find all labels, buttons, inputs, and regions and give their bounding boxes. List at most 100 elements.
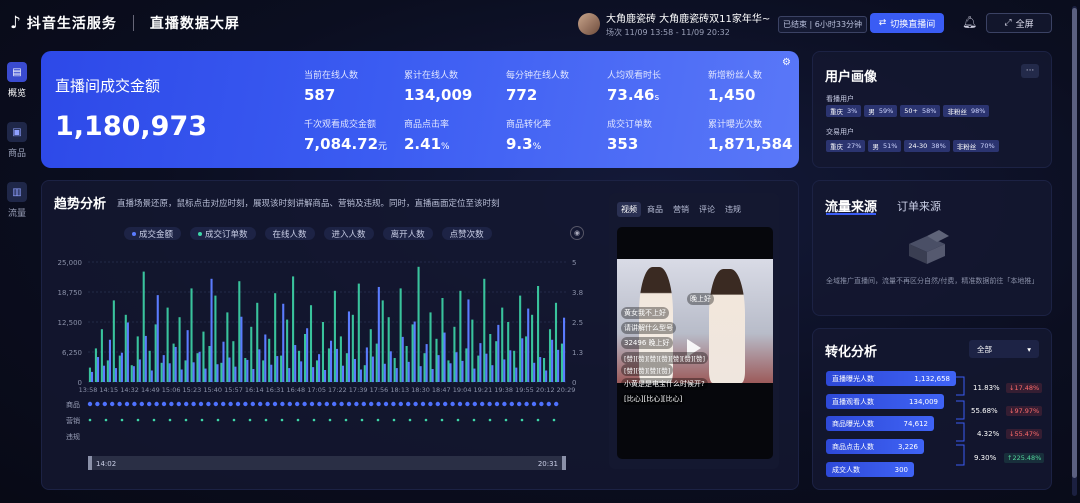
host-right-figure <box>709 269 745 383</box>
product-event-dot <box>87 401 93 407</box>
conversion-filter-select[interactable]: 全部 ▾ <box>969 340 1039 358</box>
gmv-bar <box>162 355 165 382</box>
gmv-bar <box>264 334 267 382</box>
live-video-player[interactable]: 晚上好 黄女我不上好 请讲解什么型号 32496 晚上好 [赞][赞][赞][赞… <box>617 227 773 459</box>
order-bar <box>435 338 438 382</box>
product-event-dot <box>539 401 544 407</box>
gmv-bar <box>270 364 273 382</box>
x-tick-label: 15:06 <box>162 386 181 394</box>
order-bar <box>214 295 217 382</box>
tag-name: 24-30 <box>908 142 928 150</box>
funnel-stage[interactable]: 商品曝光人数 74,612 <box>826 416 934 431</box>
order-bar <box>178 317 181 382</box>
order-bar <box>531 314 534 382</box>
gmv-bar <box>365 347 368 382</box>
product-event-dot <box>354 401 359 407</box>
more-icon[interactable]: ··· <box>1021 64 1039 78</box>
order-bar <box>465 348 468 382</box>
chat-message: 32496 晚上好 <box>621 337 673 349</box>
tab-video[interactable]: 视频 <box>617 202 641 217</box>
gmv-bar <box>449 363 452 382</box>
gmv-bar <box>144 335 147 382</box>
x-tick-label: 17:05 <box>307 386 326 394</box>
gmv-bar <box>192 362 195 382</box>
scrollbar-thumb[interactable] <box>1072 8 1077 478</box>
funnel-stage[interactable]: 直播观看人数 134,009 <box>826 394 944 409</box>
order-bar <box>262 360 265 382</box>
gmv-bar <box>515 367 518 382</box>
tab-comments[interactable]: 评论 <box>695 202 719 217</box>
order-bar <box>208 346 211 382</box>
order-bar <box>507 322 510 382</box>
order-bar <box>411 324 414 382</box>
tag-pct: 70% <box>980 142 995 150</box>
tag-pct: 59% <box>878 107 894 115</box>
y-left-tick-label: 6,250 <box>62 349 82 357</box>
gmv-bar <box>395 368 398 382</box>
gmv-bar <box>545 370 548 382</box>
product-event-dot <box>480 401 485 407</box>
event-row-label: 违规 <box>66 432 80 441</box>
stage-label: 成交人数 <box>832 465 860 474</box>
product-event-dot <box>102 401 108 407</box>
order-bar <box>351 314 354 382</box>
order-bar <box>560 343 564 382</box>
gmv-bar <box>180 369 183 382</box>
event-row-label: 商品 <box>66 400 80 409</box>
order-bar <box>471 319 474 382</box>
order-bar <box>525 336 528 382</box>
tag-watch-fans: 非粉丝 98% <box>943 105 990 117</box>
chat-message: 请讲解什么型号 <box>621 322 676 334</box>
page-scrollbar[interactable] <box>1072 6 1077 496</box>
gmv-bar <box>431 369 434 382</box>
funnel-stage[interactable]: 商品点击人数 3,226 <box>826 439 924 454</box>
chat-message: [比心][比心][比心] <box>621 393 686 405</box>
product-event-dot <box>95 401 100 407</box>
tag-trade-fans: 非粉丝 70% <box>952 140 999 152</box>
order-bar <box>321 322 325 382</box>
marketing-event-dot <box>360 418 364 422</box>
tab-marketing[interactable]: 营销 <box>669 202 693 217</box>
stage-value: 74,612 <box>903 419 929 428</box>
event-row-label: 营销 <box>66 416 80 425</box>
tag-name: 男 <box>872 143 879 151</box>
tag-pct: 98% <box>970 107 986 115</box>
y-left-tick-label: 25,000 <box>58 259 83 267</box>
marketing-event-dot <box>440 418 444 422</box>
product-event-dot <box>324 401 329 407</box>
gmv-bar <box>150 370 153 382</box>
gmv-bar <box>138 359 141 382</box>
marketing-event-dot <box>248 418 252 422</box>
tag-watch-age: 50+ 58% <box>900 105 941 117</box>
order-bar <box>250 326 253 382</box>
gmv-bar <box>497 324 500 382</box>
y-right-tick-label: 1.3 <box>572 349 583 357</box>
product-event-dot <box>139 401 144 407</box>
x-tick-label: 20:29 <box>557 386 576 394</box>
tab-violation[interactable]: 违规 <box>721 202 745 217</box>
tab-product[interactable]: 商品 <box>643 202 667 217</box>
traffic-empty-text: 全域推广直播间，流量不再区分自然/付费，精准数据前往「本地推」 <box>826 277 1039 285</box>
tag-name: 重庆 <box>830 108 843 116</box>
funnel-stage[interactable]: 直播曝光人数 1,132,658 <box>826 371 956 386</box>
gmv-bar <box>413 321 416 382</box>
product-event-dot <box>332 401 337 407</box>
marketing-event-dot <box>552 418 556 422</box>
marketing-event-dot <box>104 418 108 422</box>
product-event-dot <box>531 401 537 407</box>
order-bar <box>519 295 522 382</box>
product-event-dot <box>339 401 344 407</box>
marketing-event-dot <box>120 418 124 422</box>
gmv-bar <box>108 339 112 382</box>
tag-pct: 27% <box>847 142 862 150</box>
x-tick-label: 15:57 <box>224 386 243 394</box>
x-tick-label: 19:04 <box>453 386 472 394</box>
funnel-stage[interactable]: 成交人数 300 <box>826 462 914 477</box>
x-tick-label: 19:55 <box>515 386 534 394</box>
product-event-dot <box>443 401 448 407</box>
gmv-bar <box>359 369 362 382</box>
tab-order-source[interactable]: 订单来源 <box>897 198 941 214</box>
dashboard: { "header": { "app_name": "抖音生活服务", "pag… <box>0 0 1080 503</box>
gmv-bar <box>503 359 506 382</box>
product-event-dot <box>132 401 137 407</box>
